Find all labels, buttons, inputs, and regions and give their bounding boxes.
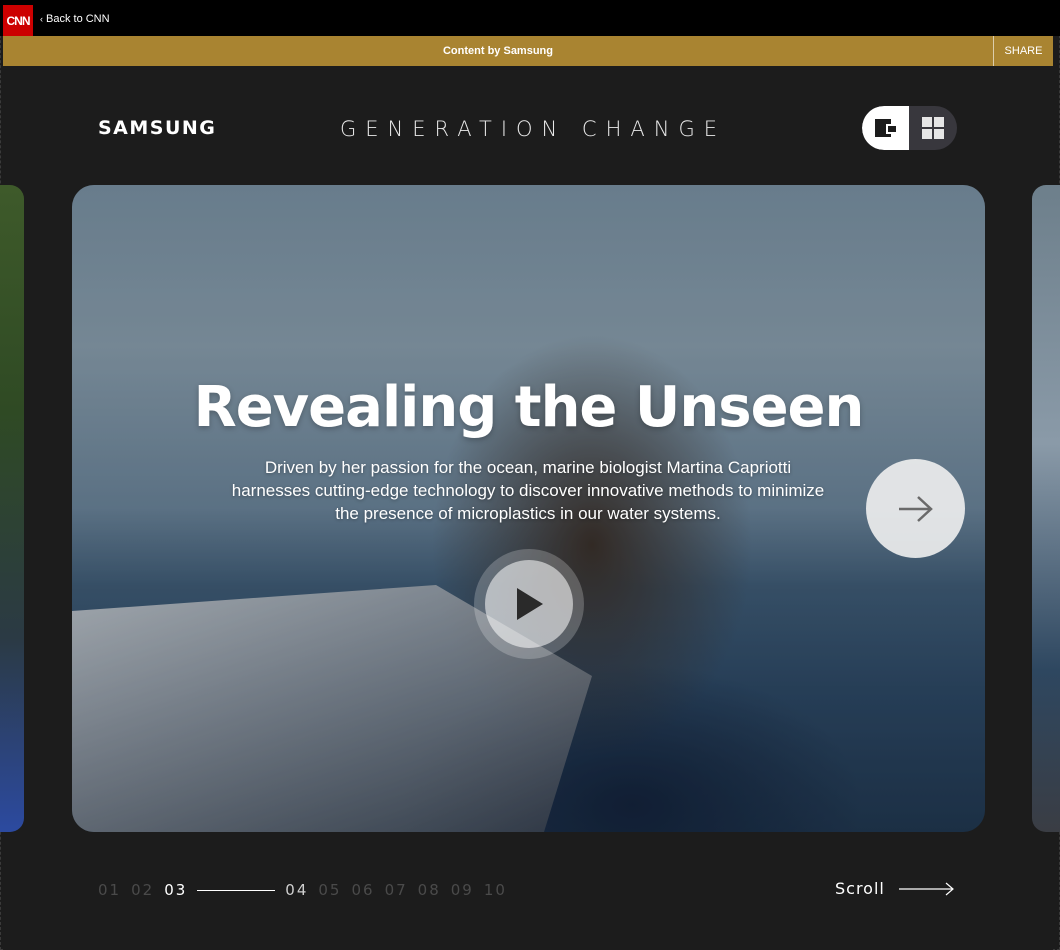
- page-number[interactable]: 07: [385, 881, 408, 899]
- samsung-logo[interactable]: SAMSUNG: [98, 117, 216, 139]
- cnn-topbar: CNN ‹ Back to CNN: [0, 0, 1060, 36]
- pagination: 01 02 03 04 05 06 07 08 09 10: [98, 880, 517, 900]
- previous-story-card[interactable]: [0, 185, 24, 832]
- play-icon: [517, 588, 543, 620]
- next-story-button[interactable]: [866, 459, 965, 558]
- chevron-left-icon: ‹: [40, 14, 43, 24]
- arrow-right-icon: [898, 495, 933, 522]
- page-number[interactable]: 09: [451, 881, 474, 899]
- story-card[interactable]: Revealing the Unseen Driven by her passi…: [72, 185, 985, 832]
- grid-view-button[interactable]: [909, 106, 957, 150]
- page-title: GENERATION CHANGE: [340, 117, 726, 141]
- page-number[interactable]: 06: [351, 881, 374, 899]
- back-to-cnn-link[interactable]: ‹ Back to CNN: [40, 13, 110, 25]
- content-by-label: Content by Samsung: [442, 45, 553, 57]
- page-number-current[interactable]: 03: [164, 881, 187, 899]
- page-number[interactable]: 01: [98, 881, 121, 899]
- cnn-logo[interactable]: CNN: [3, 5, 33, 36]
- play-video-button[interactable]: [474, 549, 584, 659]
- page-number[interactable]: 02: [131, 881, 154, 899]
- play-button-inner: [485, 560, 573, 648]
- page-number[interactable]: 10: [484, 881, 507, 899]
- page-number[interactable]: 05: [318, 881, 341, 899]
- page-number[interactable]: 08: [418, 881, 441, 899]
- story-description: Driven by her passion for the ocean, mar…: [231, 458, 825, 523]
- single-view-icon: [874, 119, 898, 137]
- view-toggle: [862, 106, 957, 150]
- share-button[interactable]: SHARE: [993, 36, 1053, 66]
- sponsor-bar: Content by Samsung SHARE: [3, 36, 1053, 66]
- scroll-control[interactable]: Scroll: [835, 879, 955, 898]
- progress-line: [197, 889, 276, 891]
- single-view-button[interactable]: [862, 106, 909, 150]
- long-arrow-right-icon: [898, 882, 954, 895]
- scroll-label: Scroll: [835, 879, 885, 898]
- back-to-cnn-label: Back to CNN: [46, 13, 110, 25]
- grid-view-icon: [922, 117, 944, 139]
- story-title: Revealing the Unseen: [193, 375, 865, 440]
- next-story-card[interactable]: [1032, 185, 1060, 832]
- page-number-next[interactable]: 04: [285, 881, 308, 899]
